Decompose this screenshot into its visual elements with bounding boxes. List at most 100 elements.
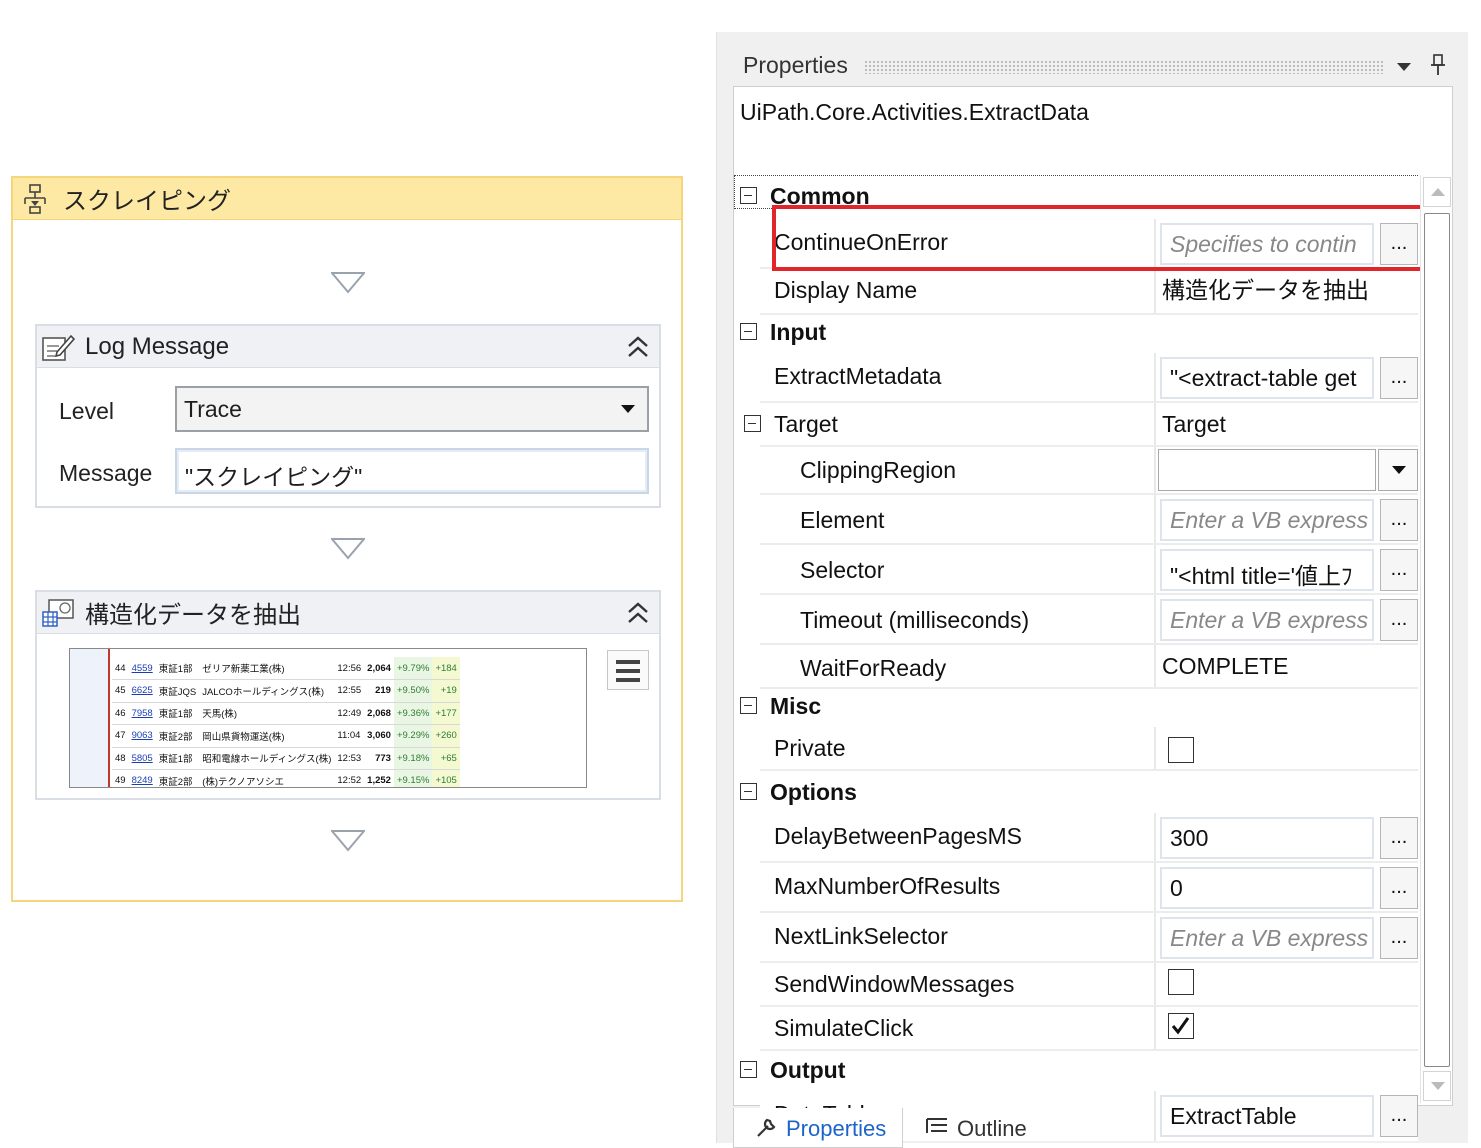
chevron-down-icon[interactable] — [1378, 449, 1418, 491]
property-delay-between-pages[interactable]: DelayBetweenPagesMS 300 ... — [734, 813, 1418, 863]
next-link-selector-input[interactable]: Enter a VB express — [1160, 917, 1374, 959]
collapse-toggle-icon[interactable] — [740, 697, 757, 714]
activity-menu-button[interactable] — [607, 650, 649, 690]
simulate-click-checkbox[interactable] — [1168, 1013, 1194, 1039]
preview-cell-pct: +9.36% — [393, 702, 433, 725]
extract-data-icon — [42, 598, 74, 627]
send-window-messages-checkbox[interactable] — [1168, 969, 1194, 995]
property-label: Display Name — [774, 277, 918, 303]
timeout-input[interactable]: Enter a VB express — [1160, 599, 1374, 641]
collapse-toggle-icon[interactable] — [740, 783, 757, 800]
delay-between-pages-input[interactable]: 300 — [1160, 817, 1374, 859]
ellipsis-button[interactable]: ... — [1380, 917, 1418, 959]
max-results-input[interactable]: 0 — [1160, 867, 1374, 909]
tab-properties[interactable]: Properties — [733, 1108, 903, 1148]
private-checkbox[interactable] — [1168, 737, 1194, 763]
preview-cell-name: 天馬(株) — [199, 702, 335, 725]
drop-arrow-icon[interactable] — [331, 272, 365, 294]
property-simulate-click[interactable]: SimulateClick — [734, 1007, 1418, 1051]
preview-cell-name: (株)テクノアソシエ — [199, 769, 335, 787]
log-message-header[interactable]: Log Message — [37, 326, 659, 368]
ellipsis-button[interactable]: ... — [1380, 867, 1418, 909]
property-label: Selector — [800, 557, 885, 583]
collapse-toggle-icon[interactable] — [740, 187, 757, 204]
selector-input[interactable]: "<html title='値上ﾌ — [1160, 549, 1374, 591]
element-input[interactable]: Enter a VB express — [1160, 499, 1374, 541]
drop-arrow-icon[interactable] — [331, 538, 365, 560]
scroll-up-icon[interactable] — [1423, 177, 1451, 207]
collapse-toggle-icon[interactable] — [740, 1061, 757, 1078]
collapse-icon[interactable] — [625, 600, 651, 626]
property-element[interactable]: Element Enter a VB express ... — [734, 495, 1418, 545]
property-target[interactable]: Target Target — [734, 403, 1418, 447]
sequence-container[interactable]: スクレイピング Log Message Level Trace Message … — [11, 176, 683, 902]
category-options[interactable]: Options — [734, 771, 1418, 815]
property-display-name[interactable]: Display Name 構造化データを抽出 — [734, 269, 1418, 315]
ellipsis-button[interactable]: ... — [1380, 357, 1418, 399]
property-clipping-region[interactable]: ClippingRegion — [734, 447, 1418, 495]
scroll-down-icon[interactable] — [1423, 1071, 1451, 1101]
preview-cell-market: 東証1部 — [155, 747, 200, 770]
property-next-link-selector[interactable]: NextLinkSelector Enter a VB express ... — [734, 913, 1418, 963]
vertical-scrollbar[interactable] — [1420, 175, 1452, 1103]
properties-title-bar[interactable]: Properties — [733, 40, 1453, 90]
property-max-results[interactable]: MaxNumberOfResults 0 ... — [734, 863, 1418, 913]
wrench-icon — [757, 1118, 776, 1137]
collapse-toggle-icon[interactable] — [740, 323, 757, 340]
pin-icon[interactable] — [1429, 54, 1447, 76]
ellipsis-button[interactable]: ... — [1380, 817, 1418, 859]
sequence-title: スクレイピング — [63, 188, 231, 215]
property-timeout[interactable]: Timeout (milliseconds) Enter a VB expres… — [734, 595, 1418, 645]
wait-for-ready-value[interactable]: COMPLETE — [1162, 653, 1289, 680]
property-send-window-messages[interactable]: SendWindowMessages — [734, 963, 1418, 1007]
preview-row: 45 6625 東証JQS JALCOホールディングス(株) 12:55 219 +9.50… — [112, 679, 460, 703]
sequence-header[interactable]: スクレイピング — [13, 178, 681, 220]
property-selector[interactable]: Selector "<html title='値上ﾌ ... — [734, 545, 1418, 595]
tab-outline[interactable]: Outline — [905, 1108, 1085, 1148]
preview-cell-no: 44 — [112, 657, 129, 680]
property-data-table[interactable]: DataTable ExtractTable ... — [734, 1091, 1418, 1141]
properties-panel: Properties UiPath.Core.Activities.Extrac… — [716, 32, 1468, 1148]
log-message-title: Log Message — [85, 332, 230, 360]
property-private[interactable]: Private — [734, 727, 1418, 771]
preview-cell-name: ゼリア新薬工業(株) — [199, 657, 335, 680]
preview-cell-chg: +260 — [432, 724, 460, 748]
panel-dropdown-icon[interactable] — [1397, 63, 1411, 71]
preview-cell-price: 219 — [364, 679, 394, 703]
property-wait-for-ready[interactable]: WaitForReady COMPLETE — [734, 645, 1418, 689]
log-message-activity[interactable]: Log Message Level Trace Message "スクレイピング… — [35, 324, 661, 508]
log-message-icon — [42, 334, 75, 361]
activity-type-name: UiPath.Core.Activities.ExtractData — [740, 99, 1089, 125]
drop-arrow-icon[interactable] — [331, 830, 365, 852]
level-dropdown[interactable]: Trace — [175, 386, 649, 432]
preview-cell-price: 2,064 — [364, 657, 394, 680]
property-extract-metadata[interactable]: ExtractMetadata "<extract-table get ... — [734, 353, 1418, 403]
title-grip — [863, 60, 1385, 74]
sequence-icon — [24, 183, 46, 214]
preview-cell-code: 4559 — [128, 657, 156, 680]
extract-metadata-input[interactable]: "<extract-table get — [1160, 357, 1374, 399]
collapse-toggle-icon[interactable] — [744, 415, 761, 432]
category-output[interactable]: Output — [734, 1049, 1418, 1093]
property-label: DelayBetweenPagesMS — [774, 823, 1023, 849]
preview-cell-name: JALCOホールディングス(株) — [199, 679, 335, 703]
extract-data-header[interactable]: 構造化データを抽出 — [37, 592, 659, 634]
scrollbar-thumb[interactable] — [1424, 213, 1450, 1067]
category-input[interactable]: Input — [734, 311, 1418, 355]
ellipsis-button[interactable]: ... — [1380, 549, 1418, 591]
extract-data-activity[interactable]: 構造化データを抽出 44 4559 東証1部 ゼリア新薬工業(株) 12:56 2,064… — [35, 590, 661, 800]
message-input[interactable]: "スクレイピング" — [175, 448, 649, 494]
collapse-icon[interactable] — [625, 334, 651, 360]
target-value[interactable]: Target — [1162, 411, 1226, 438]
preview-cell-price: 773 — [364, 747, 394, 770]
checkmark-icon — [1171, 1017, 1190, 1035]
display-name-value[interactable]: 構造化データを抽出 — [1162, 271, 1369, 305]
preview-cell-market: 東証1部 — [155, 657, 200, 680]
preview-cell-pct: +9.79% — [393, 657, 433, 680]
ellipsis-button[interactable]: ... — [1380, 499, 1418, 541]
category-misc[interactable]: Misc — [734, 685, 1418, 729]
preview-cell-chg: +65 — [432, 747, 460, 770]
clipping-region-combo[interactable] — [1158, 449, 1376, 491]
ellipsis-button[interactable]: ... — [1380, 599, 1418, 641]
property-grid: UiPath.Core.Activities.ExtractData Commo… — [733, 86, 1453, 1141]
